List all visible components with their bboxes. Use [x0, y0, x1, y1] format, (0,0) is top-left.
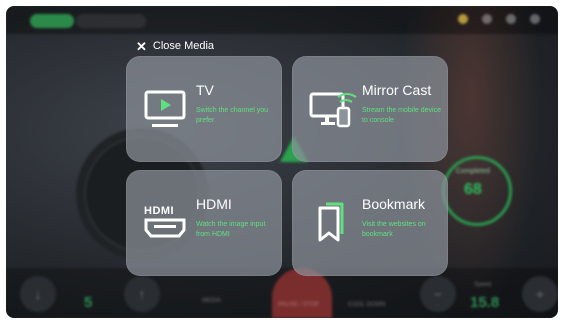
hdmi-title: HDMI [196, 196, 232, 212]
hdmi-icon: HDMI [144, 205, 186, 238]
tv-icon [144, 90, 186, 127]
tv-title: TV [196, 82, 214, 98]
completed-label: Completed [456, 168, 490, 175]
speed-label: Speed [474, 282, 492, 288]
close-icon: ✕ [136, 38, 147, 54]
speed-up-button[interactable]: + [522, 276, 558, 312]
treadmill-screen: Completed 68 ↓ 5 ↑ MEDIA PAUSE / STOP CO… [6, 6, 558, 318]
incline-down-button[interactable]: ↓ [20, 276, 56, 312]
svg-text:HDMI: HDMI [144, 205, 174, 217]
incline-up-button[interactable]: ↑ [124, 276, 160, 312]
bookmark-title: Bookmark [362, 196, 426, 212]
close-media-button[interactable]: ✕ Close Media [136, 38, 215, 54]
speed-value: 15.8 [470, 294, 500, 311]
bookmark-card[interactable]: Bookmark Visit the websites on bookmark [292, 170, 448, 276]
media-label: MEDIA [202, 298, 222, 304]
pause-label: PAUSE / STOP [278, 302, 320, 308]
cooldown-label: COOL DOWN [348, 302, 386, 308]
bluetooth-icon [458, 14, 468, 24]
bookmark-description: Visit the websites on bookmark [362, 221, 426, 238]
mirror-cast-title: Mirror Cast [362, 82, 432, 98]
mode-pill [30, 14, 74, 28]
mirror-cast-description: Stream the mobile device to console [362, 107, 441, 124]
settings-icon [530, 14, 540, 24]
tv-description: Switch the channel you prefer [196, 107, 268, 124]
hdmi-card[interactable]: HDMI HDMI Watch the image input from HDM… [126, 170, 282, 276]
incline-value: 5 [84, 294, 93, 311]
close-media-label: Close Media [152, 40, 215, 52]
bookmark-icon [318, 202, 344, 242]
speed-down-button[interactable]: − [420, 276, 456, 312]
share-icon [482, 14, 492, 24]
mode-pill-secondary [76, 14, 146, 28]
top-status-bar [6, 6, 558, 34]
hdmi-description: Watch the image input from HDMI [196, 221, 266, 238]
background-dashboard: Completed 68 ↓ 5 ↑ MEDIA PAUSE / STOP CO… [6, 6, 558, 318]
wifi-icon [506, 14, 516, 24]
mirror-cast-card[interactable]: Mirror Cast Stream the mobile device to … [292, 56, 448, 162]
mirror-cast-icon [309, 92, 357, 128]
tv-card[interactable]: TV Switch the channel you prefer [126, 56, 282, 162]
status-icons [458, 14, 540, 24]
completed-value: 68 [464, 181, 482, 198]
